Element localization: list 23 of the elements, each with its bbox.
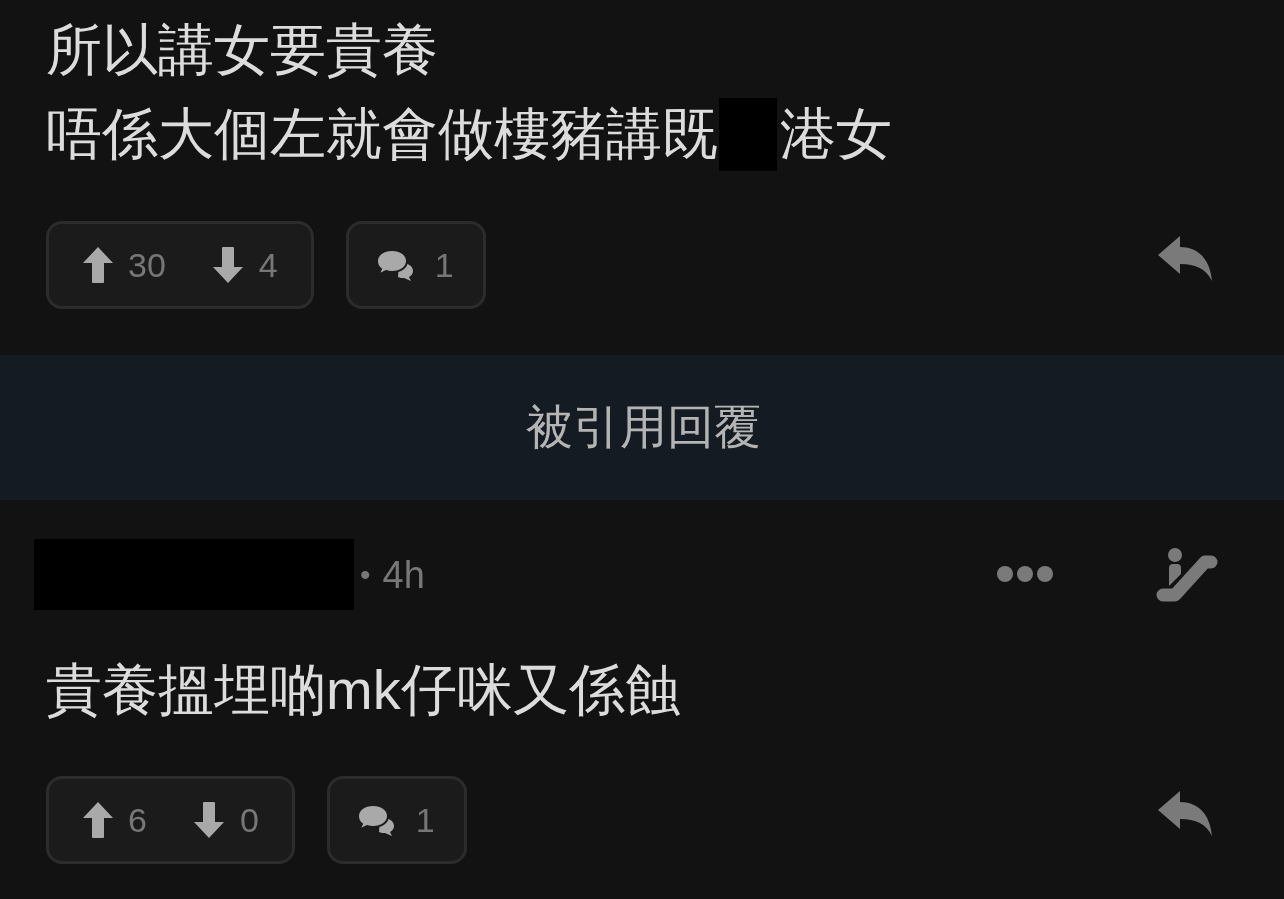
more-options-icon[interactable] [997, 564, 1053, 583]
section-title: 被引用回覆 [524, 399, 761, 456]
upvote-button[interactable]: 30 [83, 247, 166, 283]
comment-bubbles-icon [357, 804, 394, 836]
post-time: 4h [382, 555, 425, 594]
upvote-button[interactable]: 6 [83, 802, 147, 838]
reply-icon[interactable] [1158, 235, 1212, 281]
post-text: 貴養搵埋啲mk仔咪又係蝕 [46, 657, 681, 723]
down-arrow-icon [212, 247, 243, 283]
escalator-icon[interactable] [1156, 547, 1218, 602]
post-text: 港女 [780, 101, 892, 167]
downvote-button[interactable]: 0 [193, 802, 259, 838]
separator-dot: • [360, 559, 371, 590]
comment-bubbles-icon [376, 249, 413, 281]
reply-icon[interactable] [1158, 790, 1212, 836]
up-arrow-icon [83, 247, 113, 283]
comments-button[interactable]: 1 [345, 221, 486, 309]
post-text: 所以講女要貴養 [46, 17, 438, 83]
up-arrow-icon [83, 802, 113, 838]
downvote-button[interactable]: 4 [212, 247, 278, 283]
post-text: 唔係大個左就會做樓豬講既 [46, 101, 718, 167]
down-arrow-icon [193, 802, 224, 838]
comments-button[interactable]: 1 [326, 776, 467, 864]
